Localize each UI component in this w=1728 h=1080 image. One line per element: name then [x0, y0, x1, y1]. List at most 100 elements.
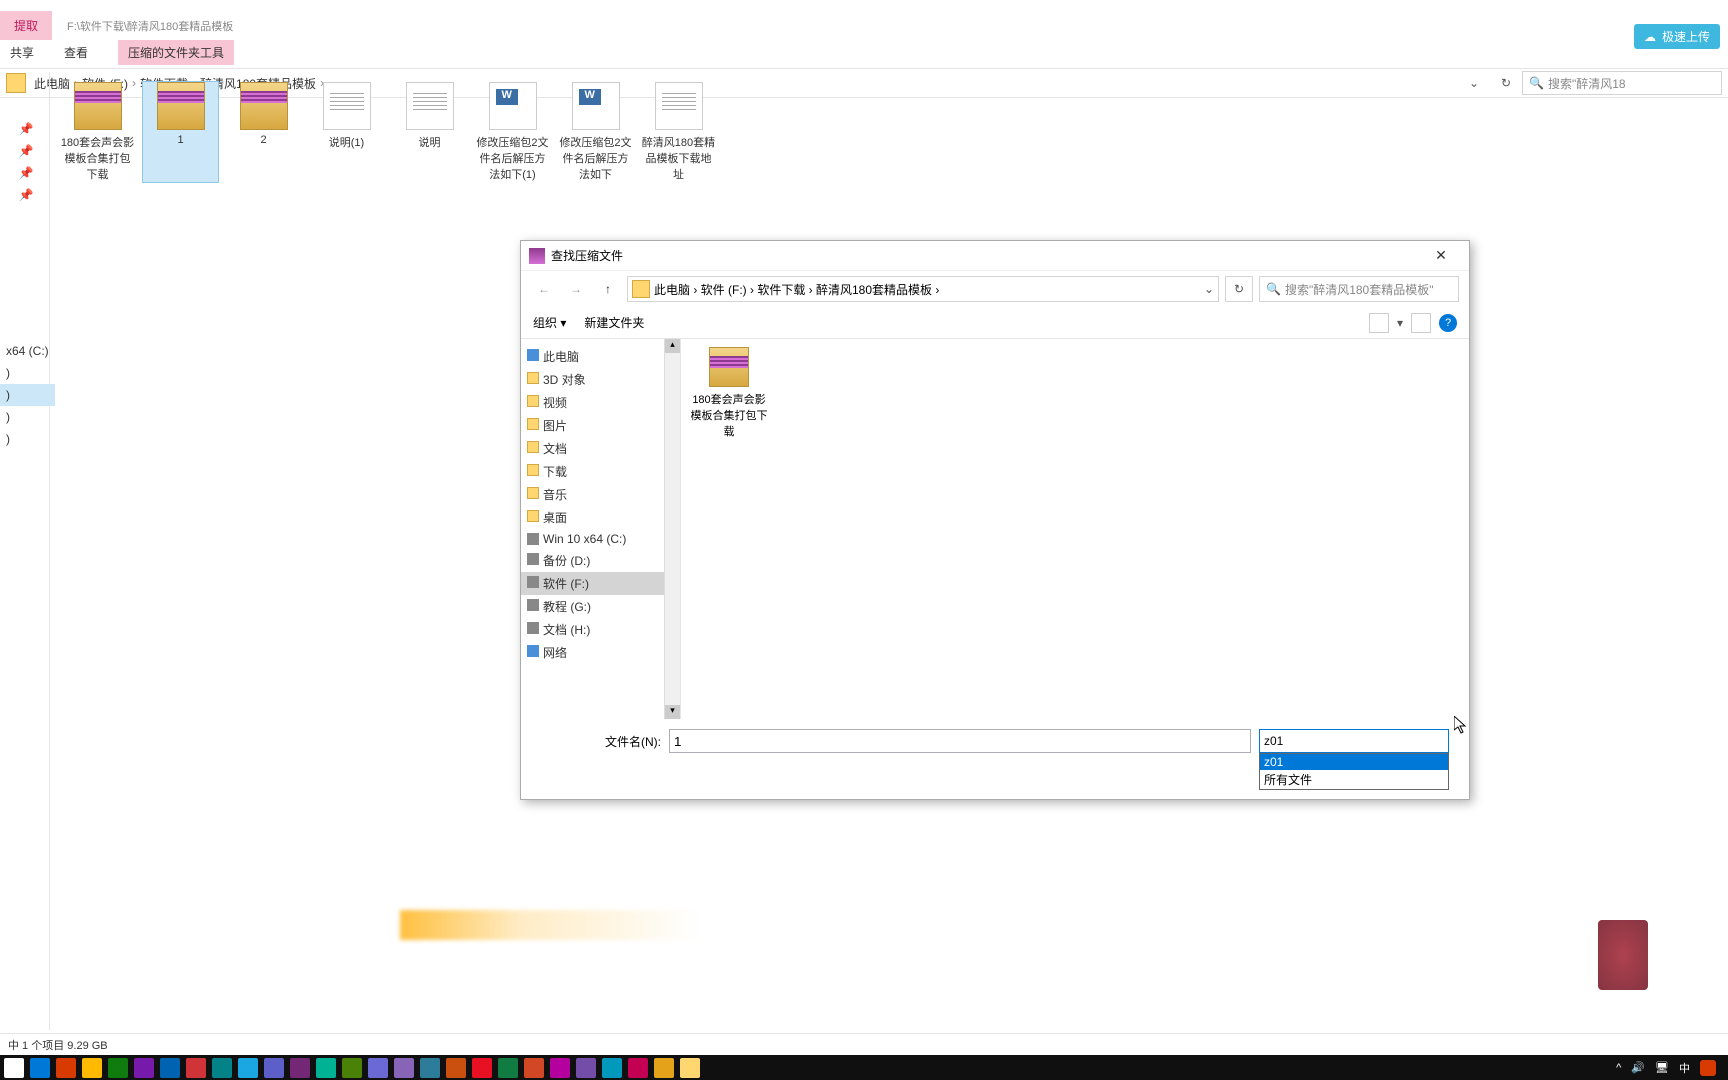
view-mode-button[interactable]: [1369, 313, 1389, 333]
pin-icon[interactable]: 📌: [19, 144, 31, 156]
taskbar-app-icon[interactable]: [654, 1058, 674, 1078]
drive-label[interactable]: x64 (C:): [0, 340, 55, 362]
folder-tree[interactable]: 此电脑3D 对象视频图片文档下载音乐桌面Win 10 x64 (C:)备份 (D…: [521, 339, 681, 719]
forward-button[interactable]: →: [563, 277, 589, 301]
help-button[interactable]: ?: [1439, 314, 1457, 332]
tree-item[interactable]: Win 10 x64 (C:): [521, 529, 680, 549]
sogou-icon[interactable]: [1700, 1060, 1716, 1076]
tree-item[interactable]: 文档 (H:): [521, 618, 680, 641]
filetype-combo[interactable]: z01 z01 所有文件: [1259, 729, 1449, 753]
tree-item[interactable]: ): [0, 406, 55, 428]
file-item[interactable]: 修改压缩包2文件名后解压方法如下(1): [475, 82, 550, 182]
organize-menu[interactable]: 组织 ▾: [533, 314, 566, 331]
filetype-dropdown[interactable]: z01 所有文件: [1259, 753, 1449, 790]
refresh-button[interactable]: ↻: [1225, 276, 1253, 302]
dialog-search-input[interactable]: 🔍 搜索"醉清风180套精品模板": [1259, 276, 1459, 302]
close-button[interactable]: ✕: [1421, 247, 1461, 264]
back-button[interactable]: ←: [531, 277, 557, 301]
chevron-down-icon[interactable]: ⌄: [1204, 282, 1214, 296]
file-item[interactable]: 修改压缩包2文件名后解压方法如下: [558, 82, 633, 182]
doc-icon: [572, 82, 620, 130]
tree-item[interactable]: 此电脑: [521, 345, 680, 368]
pin-icon[interactable]: 📌: [19, 122, 31, 134]
chevron-down-icon[interactable]: ▾: [1397, 316, 1403, 330]
dialog-file-list[interactable]: 180套会声会影模板合集打包下载: [681, 339, 1469, 719]
scrollbar[interactable]: ▴ ▾: [664, 339, 680, 719]
new-folder-button[interactable]: 新建文件夹: [584, 314, 644, 331]
taskbar-app-icon[interactable]: [602, 1058, 622, 1078]
taskbar-app-icon[interactable]: [550, 1058, 570, 1078]
volume-icon[interactable]: 🔊: [1631, 1061, 1645, 1074]
tree-item[interactable]: 下载: [521, 460, 680, 483]
up-button[interactable]: ↑: [595, 277, 621, 301]
file-item[interactable]: 180套会声会影模板合集打包下载: [60, 82, 135, 182]
tree-item[interactable]: 教程 (G:): [521, 595, 680, 618]
tree-item[interactable]: ): [0, 384, 55, 406]
taskbar-app-icon[interactable]: [56, 1058, 76, 1078]
list-item[interactable]: 180套会声会影模板合集打包下载: [689, 347, 769, 439]
tree-item[interactable]: ): [0, 362, 55, 384]
taskbar-app-icon[interactable]: [238, 1058, 258, 1078]
scroll-up-icon[interactable]: ▴: [665, 339, 680, 353]
taskbar-app-icon[interactable]: [628, 1058, 648, 1078]
tree-item[interactable]: 备份 (D:): [521, 549, 680, 572]
dropdown-option[interactable]: z01: [1260, 754, 1448, 770]
tree-item[interactable]: 文档: [521, 437, 680, 460]
tab-extract[interactable]: 提取: [0, 11, 52, 40]
taskbar-app-icon[interactable]: [134, 1058, 154, 1078]
scroll-down-icon[interactable]: ▾: [665, 705, 680, 719]
pin-icon[interactable]: 📌: [19, 166, 31, 178]
upload-button[interactable]: ☁ 极速上传: [1634, 24, 1720, 49]
network-icon[interactable]: 🖥: [1655, 1061, 1669, 1074]
dialog-breadcrumb[interactable]: 此电脑 › 软件 (F:) › 软件下载 › 醉清风180套精品模板 › ⌄: [627, 276, 1219, 302]
taskbar-app-icon[interactable]: [394, 1058, 414, 1078]
taskbar-app-icon[interactable]: [472, 1058, 492, 1078]
taskbar-app-icon[interactable]: [498, 1058, 518, 1078]
taskbar-app-icon[interactable]: [680, 1058, 700, 1078]
taskbar-app-icon[interactable]: [420, 1058, 440, 1078]
preview-pane-button[interactable]: [1411, 313, 1431, 333]
taskbar-app-icon[interactable]: [342, 1058, 362, 1078]
tab-view[interactable]: 查看: [64, 44, 88, 61]
file-item[interactable]: 说明(1): [309, 82, 384, 182]
taskbar-app-icon[interactable]: [576, 1058, 596, 1078]
taskbar[interactable]: ^ 🔊 🖥 中: [0, 1055, 1728, 1080]
taskbar-app-icon[interactable]: [160, 1058, 180, 1078]
taskbar-app-icon[interactable]: [4, 1058, 24, 1078]
ime-indicator[interactable]: 中: [1679, 1060, 1690, 1076]
tab-compress-tools[interactable]: 压缩的文件夹工具: [118, 40, 234, 65]
folder-icon: [527, 418, 539, 430]
drive-icon: [527, 622, 539, 634]
pin-icon[interactable]: 📌: [19, 188, 31, 200]
taskbar-app-icon[interactable]: [524, 1058, 544, 1078]
filename-input[interactable]: [669, 729, 1251, 753]
taskbar-app-icon[interactable]: [212, 1058, 232, 1078]
taskbar-app-icon[interactable]: [30, 1058, 50, 1078]
tree-item[interactable]: 视频: [521, 391, 680, 414]
tree-item[interactable]: 网络: [521, 641, 680, 664]
tree-item[interactable]: 音乐: [521, 483, 680, 506]
drive-icon: [527, 599, 539, 611]
taskbar-app-icon[interactable]: [264, 1058, 284, 1078]
taskbar-app-icon[interactable]: [368, 1058, 388, 1078]
taskbar-app-icon[interactable]: [290, 1058, 310, 1078]
file-item[interactable]: 醉清风180套精品模板下载地址: [641, 82, 716, 182]
tree-item[interactable]: 桌面: [521, 506, 680, 529]
tree-item[interactable]: ): [0, 428, 55, 450]
file-item[interactable]: 说明: [392, 82, 467, 182]
system-tray[interactable]: ^ 🔊 🖥 中: [1616, 1060, 1724, 1076]
taskbar-app-icon[interactable]: [316, 1058, 336, 1078]
tray-expand-icon[interactable]: ^: [1616, 1062, 1621, 1074]
taskbar-app-icon[interactable]: [186, 1058, 206, 1078]
file-item[interactable]: 2: [226, 82, 301, 182]
taskbar-app-icon[interactable]: [108, 1058, 128, 1078]
dropdown-option[interactable]: 所有文件: [1260, 770, 1448, 789]
dialog-titlebar[interactable]: 查找压缩文件 ✕: [521, 241, 1469, 271]
taskbar-app-icon[interactable]: [446, 1058, 466, 1078]
tree-item[interactable]: 3D 对象: [521, 368, 680, 391]
tree-item[interactable]: 软件 (F:): [521, 572, 680, 595]
tab-share[interactable]: 共享: [10, 44, 34, 61]
taskbar-app-icon[interactable]: [82, 1058, 102, 1078]
tree-item[interactable]: 图片: [521, 414, 680, 437]
file-item[interactable]: 1: [143, 82, 218, 182]
